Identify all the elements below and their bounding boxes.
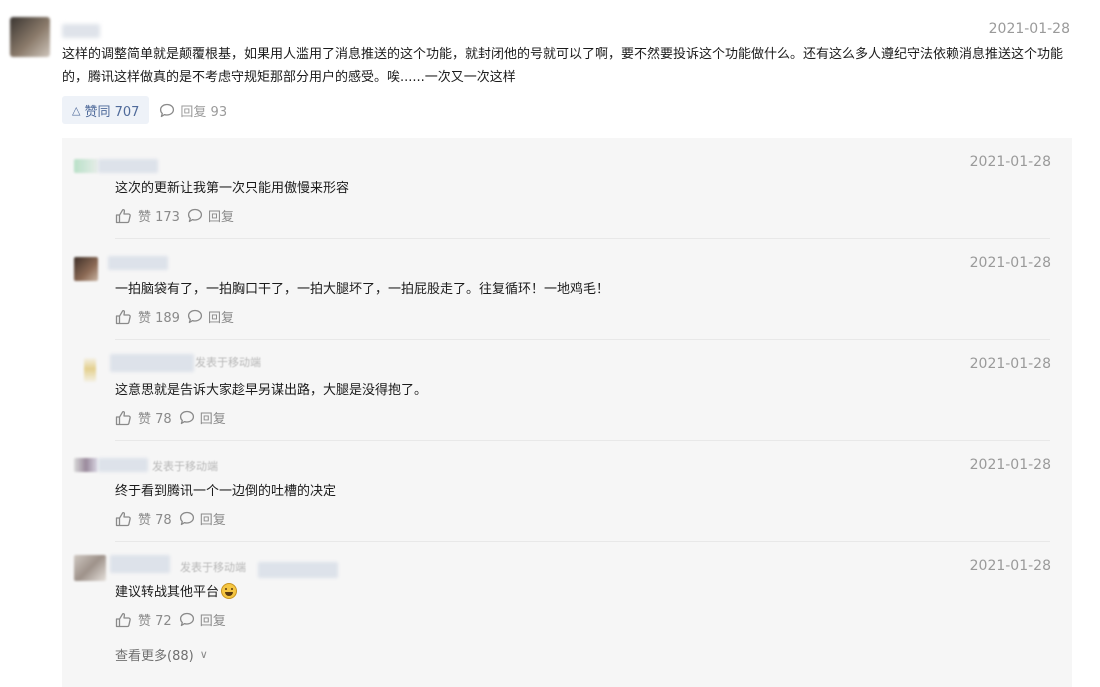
speech-bubble-icon <box>179 511 194 526</box>
agree-label: 赞同 707 <box>84 104 140 120</box>
reply-label: 回复 <box>207 311 234 326</box>
reply-text: 建议转战其他平台 <box>115 581 238 600</box>
avatar[interactable] <box>74 257 98 281</box>
reply-actions: 赞 189 回复 <box>115 307 234 326</box>
username-blurred[interactable] <box>98 159 158 173</box>
blurred-text <box>258 562 338 578</box>
like-label: 赞 72 <box>138 614 172 629</box>
like-label: 赞 78 <box>138 412 172 427</box>
username-blurred[interactable] <box>108 256 168 270</box>
username-blurred[interactable] <box>110 354 194 372</box>
triangle-up-icon: △ <box>72 103 81 117</box>
replies-panel: 2021-01-28 这次的更新让我第一次只能用傲慢来形容 赞 173 回复 2… <box>62 138 1072 687</box>
avatar[interactable] <box>74 159 98 173</box>
grinning-emoji-icon <box>221 583 238 599</box>
like-button[interactable]: 赞 78 <box>115 408 172 427</box>
like-button[interactable]: 赞 78 <box>115 509 172 528</box>
username-blurred[interactable] <box>110 555 170 573</box>
speech-bubble-icon <box>160 103 175 117</box>
reply-text: 终于看到腾讯一个一边倒的吐槽的决定 <box>115 484 337 499</box>
speech-bubble-icon <box>187 309 203 324</box>
avatar[interactable] <box>84 358 96 382</box>
reply-button[interactable]: 回复 <box>187 206 234 225</box>
reply-label: 回复 93 <box>180 104 228 120</box>
agree-button[interactable]: △ 赞同 707 <box>62 96 150 124</box>
speech-bubble-icon <box>187 208 203 223</box>
reply-date: 2021-01-28 <box>969 255 1051 271</box>
comment-date: 2021-01-28 <box>988 21 1070 37</box>
reply-label: 回复 <box>207 210 234 225</box>
view-more-button[interactable]: 查看更多(88) ∨ <box>115 645 208 664</box>
reply-date: 2021-01-28 <box>969 356 1051 372</box>
main-comment: 2021-01-28 这样的调整简单就是颠覆根基，如果用人滥用了消息推送的这个功… <box>0 0 1100 130</box>
reply-text: 这次的更新让我第一次只能用傲慢来形容 <box>115 181 350 196</box>
reply-date: 2021-01-28 <box>969 457 1051 473</box>
reply-item: 2021-01-28 这次的更新让我第一次只能用傲慢来形容 赞 173 回复 <box>62 138 1072 239</box>
avatar[interactable] <box>74 458 98 472</box>
speech-bubble-icon <box>179 410 194 425</box>
reply-date: 2021-01-28 <box>969 154 1051 170</box>
username-blurred[interactable] <box>62 24 100 38</box>
reply-text: 一拍脑袋有了，一拍胸口干了，一拍大腿坏了，一拍屁股走了。往复循环！一地鸡毛！ <box>115 282 610 297</box>
like-button[interactable]: 赞 189 <box>115 307 180 326</box>
thumb-up-icon <box>115 208 131 223</box>
like-button[interactable]: 赞 72 <box>115 610 172 629</box>
posted-from-mobile: 发表于移动端 <box>180 561 246 574</box>
reply-actions: 赞 78 回复 <box>115 408 226 427</box>
reply-button[interactable]: 回复 93 <box>159 101 227 120</box>
thumb-up-icon <box>115 410 131 425</box>
reply-actions: 赞 72 回复 <box>115 610 226 629</box>
reply-button[interactable]: 回复 <box>179 610 226 629</box>
reply-button[interactable]: 回复 <box>179 408 226 427</box>
reply-label: 回复 <box>199 614 226 629</box>
thumb-up-icon <box>115 612 131 627</box>
reply-date: 2021-01-28 <box>969 558 1051 574</box>
reply-item: 2021-01-28 一拍脑袋有了，一拍胸口干了，一拍大腿坏了，一拍屁股走了。往… <box>62 239 1072 340</box>
reply-item: 发表于移动端 2021-01-28 这意思就是告诉大家趁早另谋出路，大腿是没得抱… <box>62 340 1072 441</box>
avatar[interactable] <box>10 17 50 57</box>
reply-text: 这意思就是告诉大家趁早另谋出路，大腿是没得抱了。 <box>115 383 428 398</box>
avatar[interactable] <box>74 555 106 581</box>
chevron-down-icon: ∨ <box>199 648 208 661</box>
reply-actions: 赞 78 回复 <box>115 509 226 528</box>
like-label: 赞 78 <box>138 513 172 528</box>
like-label: 赞 173 <box>138 210 180 225</box>
reply-label: 回复 <box>199 412 226 427</box>
view-more-label: 查看更多(88) <box>115 649 194 664</box>
reply-item: 发表于移动端 2021-01-28 终于看到腾讯一个一边倒的吐槽的决定 赞 78… <box>62 441 1072 542</box>
reply-text-content: 建议转战其他平台 <box>115 585 220 600</box>
reply-button[interactable]: 回复 <box>187 307 234 326</box>
reply-item: 发表于移动端 2021-01-28 建议转战其他平台 赞 72 回复 <box>62 542 1072 643</box>
reply-button[interactable]: 回复 <box>179 509 226 528</box>
thumb-up-icon <box>115 511 131 526</box>
comment-actions: △ 赞同 707 回复 93 <box>62 96 227 124</box>
comment-text: 这样的调整简单就是颠覆根基，如果用人滥用了消息推送的这个功能，就封闭他的号就可以… <box>62 47 1064 85</box>
posted-from-mobile: 发表于移动端 <box>195 356 261 369</box>
speech-bubble-icon <box>179 612 194 627</box>
like-label: 赞 189 <box>138 311 180 326</box>
username-blurred[interactable] <box>98 458 148 472</box>
reply-actions: 赞 173 回复 <box>115 206 234 225</box>
reply-label: 回复 <box>199 513 226 528</box>
thumb-up-icon <box>115 309 131 324</box>
like-button[interactable]: 赞 173 <box>115 206 180 225</box>
posted-from-mobile: 发表于移动端 <box>152 460 218 473</box>
